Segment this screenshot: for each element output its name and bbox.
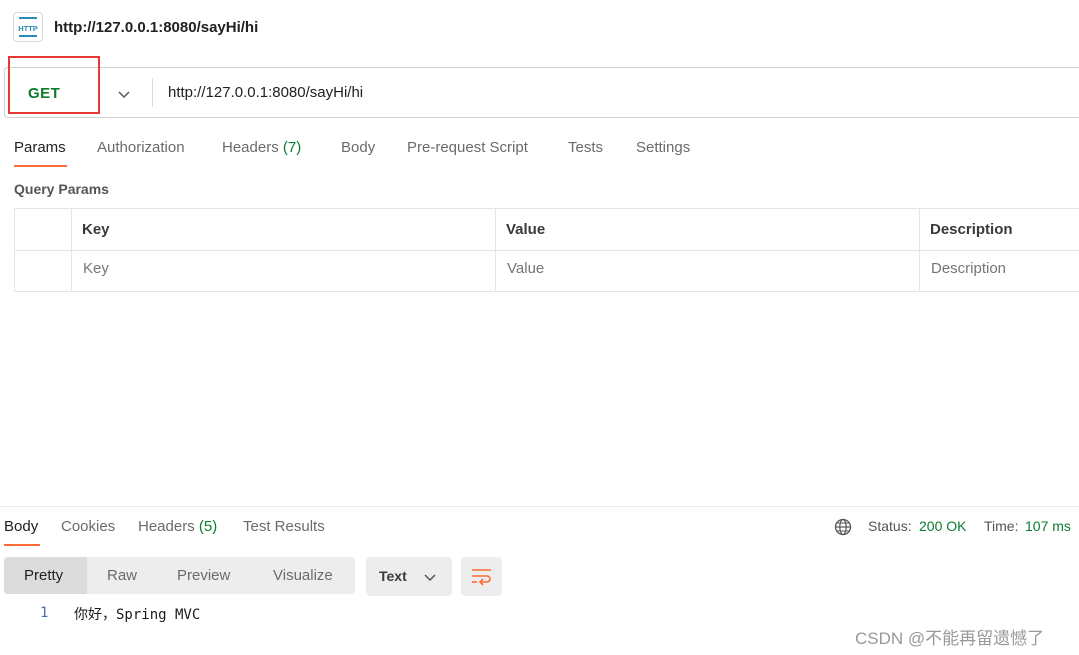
globe-icon[interactable] [834, 518, 852, 536]
response-tab-cookies[interactable]: Cookies [61, 518, 115, 535]
column-header-description: Description [930, 221, 1013, 238]
column-header-value: Value [506, 221, 546, 238]
tab-headers[interactable]: Headers (7) [222, 139, 301, 156]
time-value[interactable]: 107 ms [1025, 518, 1071, 534]
watermark: CSDN @不能再留遗憾了 [855, 629, 1045, 648]
tab-params[interactable]: Params [14, 139, 66, 156]
response-tab-headers-label: Headers [138, 518, 195, 535]
view-preview-button[interactable]: Preview [177, 567, 230, 584]
response-tab-body[interactable]: Body [4, 518, 38, 535]
table-column-divider [919, 208, 920, 292]
http-file-icon: HTTP [13, 12, 43, 42]
table-column-divider [71, 208, 72, 292]
tab-pre-request-script[interactable]: Pre-request Script [407, 139, 528, 156]
param-value-input[interactable] [507, 260, 807, 277]
line-number: 1 [40, 605, 49, 621]
wrap-lines-icon [472, 569, 491, 586]
tab-settings[interactable]: Settings [636, 139, 690, 156]
query-params-title: Query Params [14, 181, 109, 197]
response-tab-test-results[interactable]: Test Results [243, 518, 325, 535]
table-column-divider [495, 208, 496, 292]
active-tab-indicator [14, 165, 67, 167]
response-body-line: 你好，Spring MVC [74, 607, 201, 623]
tab-headers-label: Headers [222, 139, 279, 156]
tab-authorization[interactable]: Authorization [97, 139, 185, 156]
param-key-input[interactable] [83, 260, 383, 277]
response-tab-headers-count: (5) [198, 518, 218, 535]
url-input[interactable] [168, 84, 1048, 101]
status-value[interactable]: 200 OK [919, 518, 966, 534]
tab-headers-count: (7) [282, 139, 302, 156]
format-select-label[interactable]: Text [379, 568, 407, 584]
view-visualize-button[interactable]: Visualize [273, 567, 333, 584]
column-header-key: Key [82, 221, 110, 238]
time-label: Time: [984, 518, 1019, 534]
chevron-down-icon[interactable] [423, 570, 437, 584]
chevron-down-icon[interactable] [117, 87, 131, 101]
response-tab-headers[interactable]: Headers (5) [138, 518, 217, 535]
wrap-lines-button[interactable] [461, 557, 502, 596]
request-title[interactable]: http://127.0.0.1:8080/sayHi/hi [54, 19, 258, 36]
method-highlight-box [8, 56, 100, 114]
param-description-input[interactable] [931, 260, 1071, 277]
response-divider [0, 506, 1079, 507]
url-divider [152, 78, 153, 107]
active-response-tab-indicator [4, 544, 40, 546]
view-raw-button[interactable]: Raw [107, 567, 137, 584]
view-pretty-button[interactable]: Pretty [24, 567, 63, 584]
tab-body[interactable]: Body [341, 139, 375, 156]
tab-tests[interactable]: Tests [568, 139, 603, 156]
http-icon-text: HTTP [18, 24, 38, 33]
status-label: Status: [868, 518, 912, 534]
